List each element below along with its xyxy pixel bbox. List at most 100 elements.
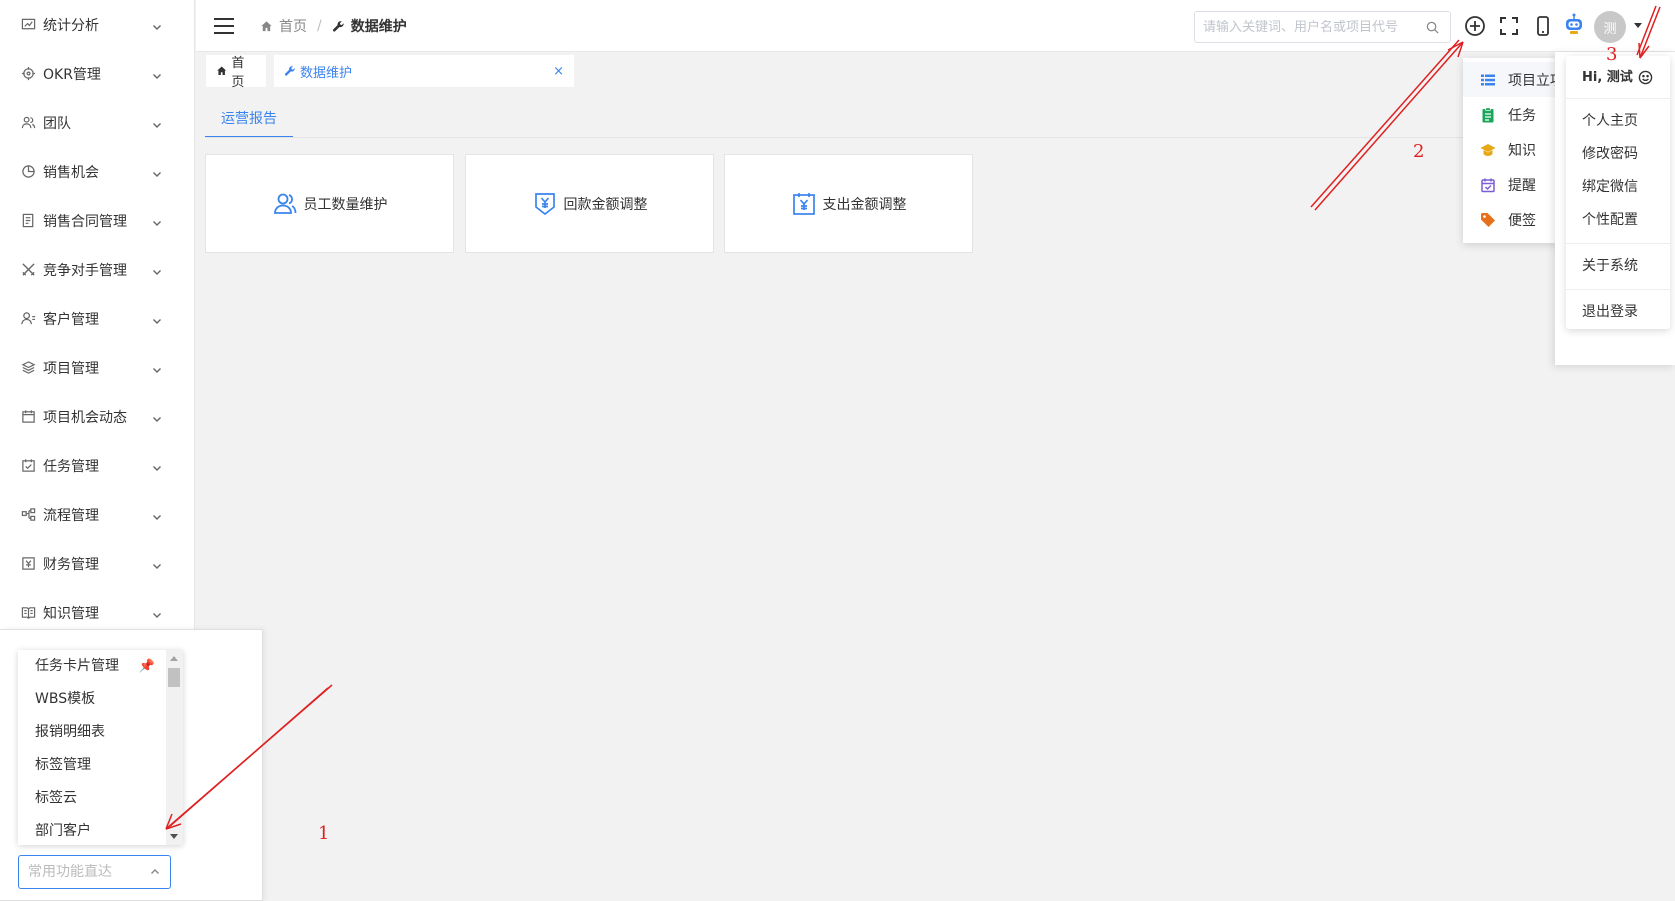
menu-personal-config[interactable]: 个性配置 [1566,204,1670,237]
quick-access-item[interactable]: 标签管理 [18,749,183,782]
menu-personal-home[interactable]: 个人主页 [1566,105,1670,138]
annotation-label-2: 2 [1413,141,1425,162]
sidebar-item-label: OKR管理 [43,66,101,83]
scrollbar-thumb[interactable] [168,668,180,687]
mobile-icon[interactable] [1532,15,1554,37]
scroll-up-icon[interactable] [170,656,178,661]
sidebar-item-okr[interactable]: OKR管理 [0,49,194,98]
quick-access-item[interactable]: 部门客户 [18,815,183,845]
card-label: 回款金额调整 [563,196,648,213]
sidebar-item-label: 销售机会 [43,164,99,181]
sidebar-menu: 统计分析 OKR管理 团队 销售机会 销售合同管理 竞争对手管理 客户管理 项目… [0,0,194,637]
book-icon [20,605,36,621]
sidebar-item-label: 团队 [43,115,71,132]
chevron-down-icon [152,363,162,373]
tab-operation-report[interactable]: 运营报告 [205,104,293,138]
wrench-icon [284,66,295,76]
quick-access-item[interactable]: WBS模板 [18,683,183,716]
close-icon[interactable]: × [553,64,564,79]
sidebar-item-label: 任务管理 [43,458,99,475]
quick-access-select[interactable] [18,855,171,889]
create-item-label: 项目立项 [1508,72,1558,89]
create-project-item[interactable]: 项目立项 [1463,62,1558,97]
quick-access-item-label: 报销明细表 [35,724,105,740]
create-item-label: 提醒 [1508,177,1536,194]
quick-access-item-label: 任务卡片管理 [35,658,119,674]
create-knowledge-item[interactable]: 知识 [1463,132,1558,167]
search-icon[interactable] [1426,21,1439,34]
user-menu-group: 退出登录 [1566,290,1670,335]
add-circle-icon[interactable] [1464,15,1486,37]
search-input[interactable] [1203,19,1418,35]
flow-icon [20,507,36,523]
page-tabs: 首页 数据维护 × [196,52,1675,94]
sidebar-item-label: 项目管理 [43,360,99,377]
scroll-down-icon[interactable] [170,834,178,839]
sidebar-item-stats[interactable]: 统计分析 [0,0,194,49]
menu-about-system[interactable]: 关于系统 [1566,250,1670,283]
card-label: 员工数量维护 [303,196,388,213]
quick-access-input[interactable] [28,864,138,880]
chevron-down-icon [152,461,162,471]
calendar-check-icon [1480,177,1496,193]
create-reminder-item[interactable]: 提醒 [1463,167,1558,202]
menu-toggle-icon[interactable] [214,18,234,34]
menu-logout[interactable]: 退出登录 [1566,296,1670,329]
quick-access-item-label: 标签云 [35,790,77,806]
create-task-item[interactable]: 任务 [1463,97,1558,132]
card-expense-adjust[interactable]: 支出金额调整 [724,154,973,253]
quick-access-item[interactable]: 报销明细表 [18,716,183,749]
smile-icon [1638,70,1653,84]
chevron-down-icon [152,510,162,520]
chevron-down-icon [152,412,162,422]
sidebar-item-label: 销售合同管理 [43,213,127,230]
quick-access-item[interactable]: 任务卡片管理 📌 [18,650,183,683]
breadcrumb-current: 数据维护 [332,16,407,36]
chevron-down-icon [152,314,162,324]
scrollbar[interactable] [166,650,183,845]
quick-access-item[interactable]: 标签云 [18,782,183,815]
sidebar-item-competitor[interactable]: 竞争对手管理 [0,245,194,294]
sidebar-item-team[interactable]: 团队 [0,98,194,147]
customer-icon [20,311,36,327]
card-payment-adjust[interactable]: 回款金额调整 [465,154,714,253]
sidebar-item-sales-contract[interactable]: 销售合同管理 [0,196,194,245]
quick-access-panel: 任务卡片管理 📌 WBS模板 报销明细表 标签管理 标签云 部门客户 [0,629,263,901]
global-search[interactable] [1194,11,1451,43]
pin-icon[interactable]: 📌 [139,650,155,683]
sidebar-item-finance[interactable]: 财务管理 [0,539,194,588]
fullscreen-icon[interactable] [1498,15,1520,37]
create-note-item[interactable]: 便签 [1463,202,1558,237]
sidebar-item-workflow[interactable]: 流程管理 [0,490,194,539]
annotation-label-1: 1 [318,823,330,844]
avatar[interactable]: 测 [1594,11,1626,43]
sidebar-item-project[interactable]: 项目管理 [0,343,194,392]
tab-home[interactable]: 首页 [206,55,266,90]
user-greeting: Hi, 测试 [1566,56,1670,99]
pie-icon [20,164,36,180]
finance-icon [20,556,36,572]
menu-change-password[interactable]: 修改密码 [1566,138,1670,171]
caret-down-icon[interactable] [1634,23,1642,28]
sidebar-item-task[interactable]: 任务管理 [0,441,194,490]
create-item-label: 便签 [1508,212,1536,229]
sidebar-item-customer[interactable]: 客户管理 [0,294,194,343]
home-icon [217,66,227,76]
breadcrumb-current-label: 数据维护 [350,19,407,35]
menu-bind-wechat[interactable]: 绑定微信 [1566,171,1670,204]
sidebar-item-sales-opportunity[interactable]: 销售机会 [0,147,194,196]
quick-create-dropdown: 项目立项 任务 知识 提醒 便签 [1463,58,1558,243]
clipboard-icon [1480,106,1496,123]
sidebar-item-label: 财务管理 [43,556,99,573]
tab-data-maintenance[interactable]: 数据维护 × [274,55,574,87]
user-dropdown-menu: Hi, 测试 个人主页 修改密码 绑定微信 个性配置 关于系统 退出登录 [1566,56,1670,329]
sidebar-item-project-dynamics[interactable]: 项目机会动态 [0,392,194,441]
wrench-icon [332,20,344,32]
tab-home-label: 首页 [231,56,245,90]
card-employee-count[interactable]: 员工数量维护 [205,154,454,253]
team-icon [20,115,36,131]
breadcrumb-home[interactable]: 首页 [260,16,307,36]
robot-icon[interactable] [1562,12,1586,36]
chevron-down-icon [152,265,162,275]
layers-icon [20,360,36,376]
